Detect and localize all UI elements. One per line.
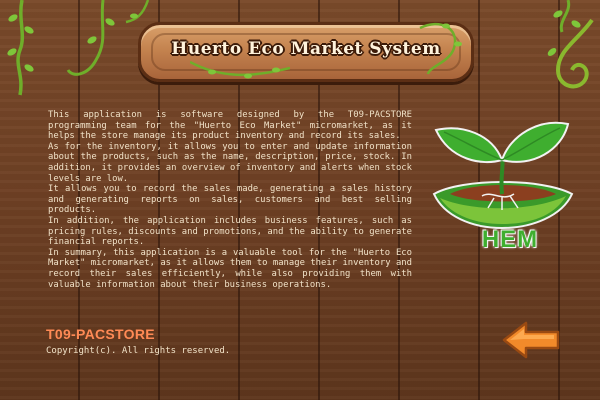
about-paragraph: This application is software designed by… [48, 110, 412, 142]
sprout-icon [432, 121, 574, 230]
about-paragraph: It allows you to record the sales made, … [48, 184, 412, 216]
board-vine-decoration-right [419, 22, 462, 75]
about-paragraph: In summary, this application is a valuab… [48, 247, 412, 290]
team-name: T09-PACSTORE [46, 326, 155, 342]
back-button[interactable] [500, 320, 562, 360]
back-arrow-icon [502, 321, 560, 359]
about-paragraph: In addition, the application includes bu… [48, 215, 412, 248]
about-description: This application is software designed by… [48, 110, 412, 290]
vine-decoration-left [7, 0, 34, 96]
vine-decoration-right [547, 0, 594, 89]
board-vine-decoration [190, 60, 290, 79]
logo-text: HEM [481, 226, 539, 253]
about-paragraph: As for the inventory, it allows you to e… [48, 141, 412, 184]
copyright-text: Copyright(c). All rights reserved. [46, 346, 231, 356]
